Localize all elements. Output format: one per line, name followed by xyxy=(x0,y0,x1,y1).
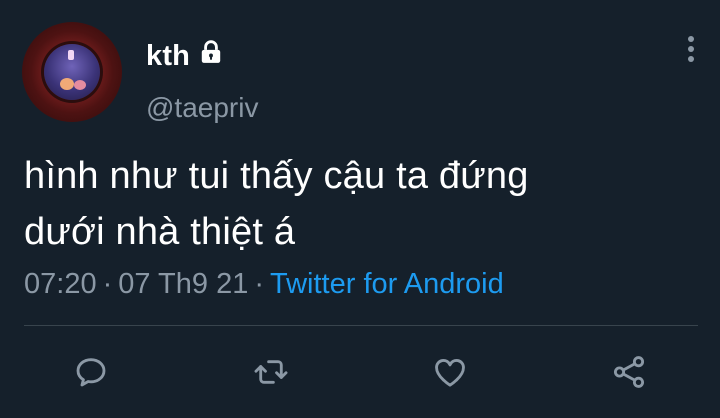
display-name[interactable]: kth xyxy=(146,40,190,73)
share-icon xyxy=(613,356,645,388)
more-options-icon[interactable] xyxy=(683,36,699,70)
tweet-text-line: hình như tui thấy cậu ta đứng xyxy=(24,155,529,197)
tweet-date: 07 Th9 21 xyxy=(118,268,249,300)
avatar[interactable] xyxy=(22,22,122,122)
author-row: kth xyxy=(146,36,224,76)
retweet-button[interactable] xyxy=(250,348,292,396)
meta-separator: · xyxy=(254,268,264,300)
tweet-source-link[interactable]: Twitter for Android xyxy=(270,268,504,300)
avatar-figure xyxy=(60,78,74,90)
tweet-text: hình như tui thấy cậu ta đứng dưới nhà t… xyxy=(24,148,684,260)
user-handle[interactable]: @taepriv xyxy=(146,92,258,124)
reply-button[interactable] xyxy=(70,348,112,396)
share-button[interactable] xyxy=(608,348,650,396)
avatar-figure xyxy=(74,80,86,90)
reply-icon xyxy=(76,358,106,387)
retweet-icon xyxy=(254,360,288,384)
tweet-meta: 07:20 · 07 Th9 21 · Twitter for Android xyxy=(24,268,504,301)
action-bar xyxy=(0,348,720,396)
tweet-card: kth @taepriv hình như tui thấy cậu ta đứ… xyxy=(0,0,720,418)
like-icon xyxy=(435,359,465,387)
divider xyxy=(24,325,698,326)
lock-icon xyxy=(198,39,224,65)
tweet-time: 07:20 xyxy=(24,268,97,300)
meta-separator: · xyxy=(102,268,113,300)
like-button[interactable] xyxy=(429,348,471,396)
tweet-text-line: dưới nhà thiệt á xyxy=(24,211,296,253)
avatar-detail xyxy=(68,50,74,60)
